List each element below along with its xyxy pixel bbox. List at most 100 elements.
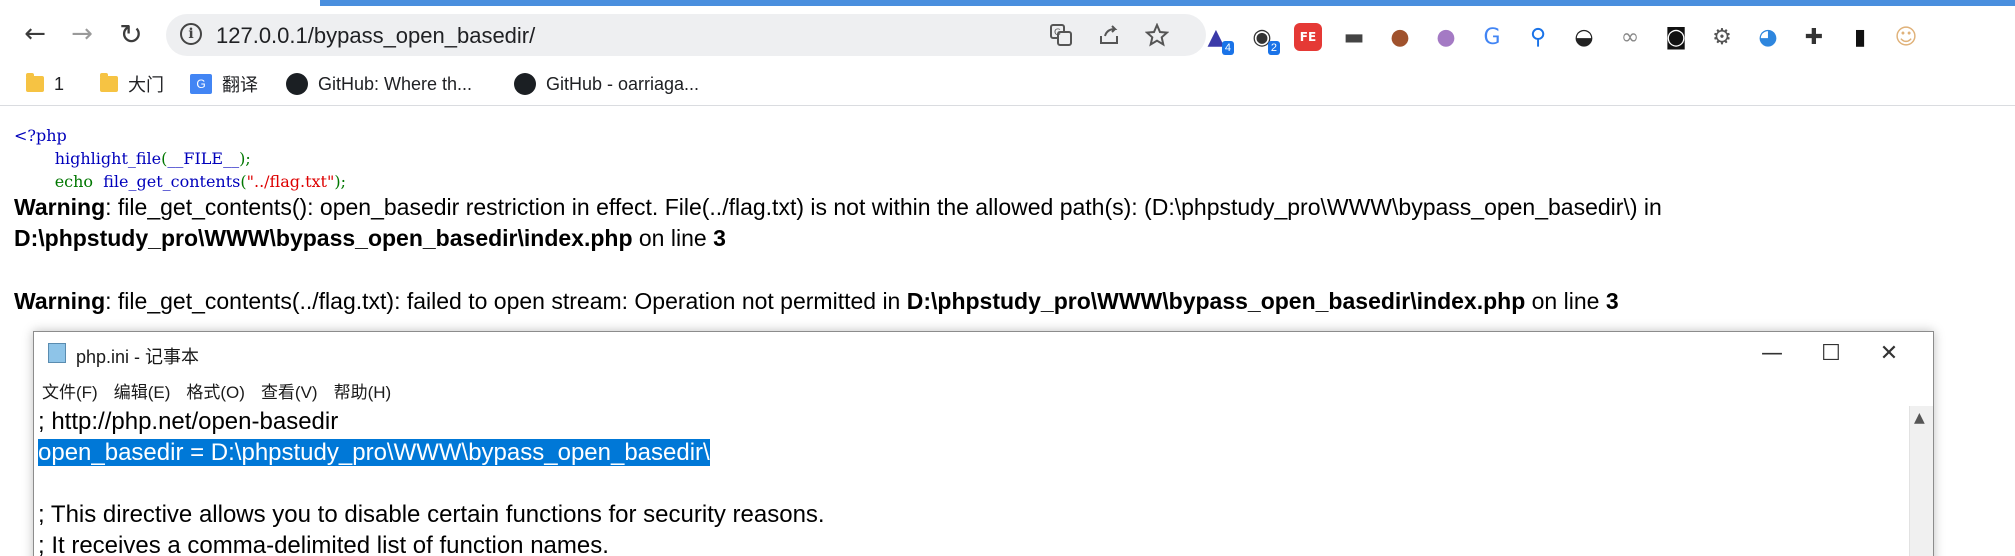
mask-extension-icon-glyph: ▬ [1343,24,1365,50]
bookmark-label: 大门 [128,75,164,95]
translate-extension-icon[interactable]: G [1478,23,1506,51]
warning-on-line: on line [1525,288,1606,314]
menu-format[interactable]: 格式(O) [186,378,245,403]
side-panel-icon[interactable]: ▮ [1846,23,1874,51]
gear-extension-icon-glyph: ⚙ [1712,24,1732,50]
code-string: "../flag.txt" [246,172,335,191]
code-fn: file_get_contents [103,172,241,191]
menu-help[interactable]: 帮助(H) [334,378,392,403]
bookmark-label: GitHub: Where th... [318,73,473,94]
bookmark-github-2[interactable]: GitHub - oarriaga... [514,72,699,96]
close-button[interactable]: ✕ [1865,338,1913,368]
url-text[interactable]: 127.0.0.1/bypass_open_basedir/ [216,23,535,49]
php-open-tag: <?php [14,126,67,145]
fe-extension-icon[interactable]: FE [1294,23,1322,51]
warning-label: Warning [14,288,106,314]
link-extension-icon[interactable]: ∞ [1616,23,1644,51]
fe-extension-icon-glyph: FE [1299,30,1317,44]
extension-badge: 2 [1267,41,1280,55]
site-info-icon[interactable]: i [180,23,202,45]
browser-toolbar: ← → ↻ i 127.0.0.1/bypass_open_basedir/ G… [0,6,2015,62]
star-icon[interactable] [1144,22,1170,48]
svg-text:G: G [1054,28,1061,38]
text-line-selected: open_basedir = D:\phpstudy_pro\WWW\bypas… [38,437,710,468]
panda-extension-icon[interactable]: ◉ 2 [1248,23,1280,55]
side-panel-icon-glyph: ▮ [1853,24,1867,50]
profile-avatar[interactable]: ☺ [1892,23,1920,51]
warning-label: Warning [14,194,106,220]
bookmark-label: 翻译 [222,75,258,95]
hat-extension-icon[interactable]: ◒ [1570,23,1598,51]
share-icon[interactable] [1096,22,1122,48]
translate-extension-icon-glyph: G [1483,24,1501,50]
circle-extension-icon-glyph: ● [1436,24,1456,50]
selected-text: open_basedir = D:\phpstudy_pro\WWW\bypas… [38,439,710,466]
minimize-button[interactable]: — [1748,338,1796,368]
reload-button[interactable]: ↻ [113,16,149,52]
notepad-text-area[interactable]: ; http://php.net/open-basedir open_based… [34,406,1910,556]
globe-extension-icon[interactable]: ◕ [1754,23,1782,51]
puzzle-icon-glyph: ✚ [1804,24,1824,50]
warning-file: D:\phpstudy_pro\WWW\bypass_open_basedir\… [906,288,1526,314]
warning-line: 3 [1605,288,1619,314]
glasses-extension-icon-glyph: ◙ [1665,24,1687,50]
github-icon [514,73,536,95]
notepad-title: php.ini - 记事本 [76,347,200,367]
warning-file: D:\phpstudy_pro\WWW\bypass_open_basedir\… [14,225,633,251]
mask-extension-icon[interactable]: ▬ [1340,23,1368,51]
graduation-cap-extension-icon[interactable]: ▲ 4 [1202,23,1234,55]
folder-icon [100,73,118,92]
translate-icon[interactable]: G [1048,22,1074,48]
glasses-extension-icon[interactable]: ◙ [1662,23,1690,51]
code-const: __FILE__ [167,149,240,168]
code-fn: highlight_file [54,149,162,168]
bookmark-folder-damen[interactable]: 大门 [100,72,164,96]
bookmark-folder-1[interactable]: 1 [26,72,64,96]
bookmarks-bar: 1 大门 G 翻译 GitHub: Where th... GitHub - o… [0,62,2015,106]
maximize-button[interactable]: ☐ [1807,338,1855,368]
text-line: ; This directive allows you to disable c… [38,501,825,528]
address-bar[interactable]: i 127.0.0.1/bypass_open_basedir/ G [166,14,1206,56]
bookmark-translate[interactable]: G 翻译 [190,72,258,96]
back-button[interactable]: ← [17,16,53,52]
bookmark-label: 1 [54,73,65,94]
pin-extension-icon[interactable]: ⚲ [1524,23,1552,51]
code-punct: ); [239,149,251,168]
php-warning-1: Warning: file_get_contents(): open_based… [14,192,1662,254]
warning-message: : file_get_contents(../flag.txt): failed… [105,288,907,314]
cookie-extension-icon-glyph: ● [1390,24,1410,50]
forward-button[interactable]: → [64,16,100,52]
text-line: ; It receives a comma-delimited list of … [38,532,609,556]
globe-extension-icon-glyph: ◕ [1758,24,1778,50]
menu-file[interactable]: 文件(F) [42,378,98,403]
github-icon [286,73,308,95]
profile-avatar-glyph: ☺ [1894,24,1918,50]
warning-message: : file_get_contents(): open_basedir rest… [105,194,1662,220]
puzzle-icon[interactable]: ✚ [1800,23,1828,51]
vertical-scrollbar[interactable]: ▲ [1909,406,1933,556]
cookie-extension-icon[interactable]: ● [1386,23,1414,51]
warning-line: 3 [713,225,726,251]
translate-icon: G [190,74,212,94]
php-warning-2: Warning: file_get_contents(../flag.txt):… [14,286,1619,317]
code-punct: ); [334,172,346,191]
bookmark-label: GitHub - oarriaga... [546,73,700,94]
menu-view[interactable]: 查看(V) [261,378,318,403]
link-extension-icon-glyph: ∞ [1620,24,1640,50]
notepad-titlebar[interactable]: php.ini - 记事本 — ☐ ✕ [34,332,1933,374]
text-line: ; http://php.net/open-basedir [38,408,339,435]
gear-extension-icon[interactable]: ⚙ [1708,23,1736,51]
extension-badge: 4 [1221,41,1234,55]
code-keyword: echo [54,172,94,191]
hat-extension-icon-glyph: ◒ [1574,24,1594,50]
pin-extension-icon-glyph: ⚲ [1529,24,1547,50]
circle-extension-icon[interactable]: ● [1432,23,1460,51]
bookmark-github-1[interactable]: GitHub: Where th... [286,72,472,96]
menu-edit[interactable]: 编辑(E) [114,378,171,403]
warning-on-line: on line [632,225,714,251]
folder-icon [26,73,44,92]
scroll-up-icon[interactable]: ▲ [1914,410,1925,426]
php-source: <?php highlight_file(__FILE__); echo fil… [14,124,346,193]
notepad-window: php.ini - 记事本 — ☐ ✕ 文件(F) 编辑(E) 格式(O) 查看… [33,331,1934,556]
notepad-menubar: 文件(F) 编辑(E) 格式(O) 查看(V) 帮助(H) [34,374,1933,406]
